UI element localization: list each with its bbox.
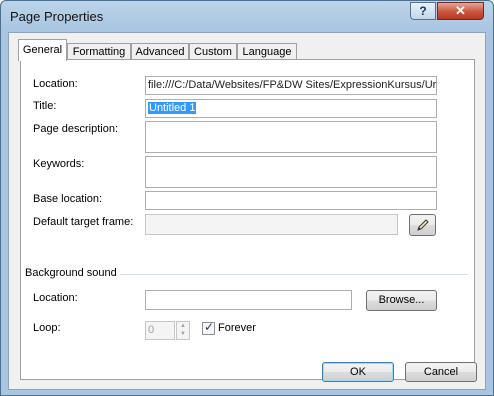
edit-target-frame-button[interactable]: [409, 214, 436, 236]
ok-button[interactable]: OK: [322, 362, 394, 382]
title-bar[interactable]: Page Properties ? ✕: [1, 1, 494, 32]
background-sound-group-label: Background sound: [25, 267, 120, 279]
dialog-title: Page Properties: [10, 9, 104, 24]
page-description-input[interactable]: [145, 121, 437, 153]
loop-label: Loop:: [33, 322, 61, 334]
base-location-label: Base location:: [33, 193, 103, 205]
help-button[interactable]: ?: [410, 2, 436, 20]
location-label: Location:: [33, 78, 78, 90]
forever-checkbox[interactable]: ✓: [202, 320, 215, 335]
tab-general[interactable]: General: [18, 39, 67, 61]
pencil-icon: [417, 219, 429, 231]
base-location-input[interactable]: [145, 191, 437, 210]
dialog-body: General Formatting Advanced Custom Langu…: [8, 32, 486, 390]
sound-location-input[interactable]: [145, 290, 352, 310]
default-target-frame-label: Default target frame:: [33, 216, 134, 228]
spin-up-icon: ▲: [180, 323, 186, 329]
browse-button[interactable]: Browse...: [366, 290, 437, 311]
loop-spinner: ▲ ▼: [176, 321, 190, 340]
default-target-frame-input: [145, 214, 398, 235]
checkmark-icon: ✓: [204, 320, 215, 334]
close-icon: ✕: [455, 3, 466, 18]
close-button[interactable]: ✕: [437, 2, 484, 20]
page-description-label: Page description:: [33, 123, 118, 135]
keywords-input[interactable]: [145, 156, 437, 188]
page-properties-dialog: Page Properties ? ✕ General Formatting A…: [0, 0, 494, 396]
location-value: file:///C:/Data/Websites/FP&DW Sites/Exp…: [145, 76, 437, 95]
loop-input: 0: [145, 321, 175, 340]
title-input[interactable]: Untitled 1: [145, 99, 437, 118]
keywords-label: Keywords:: [33, 158, 85, 170]
title-label: Title:: [33, 100, 57, 112]
title-input-selected-text: Untitled 1: [148, 102, 197, 114]
general-tab-panel: Location: file:///C:/Data/Websites/FP&DW…: [20, 59, 475, 380]
cancel-button[interactable]: Cancel: [405, 362, 477, 382]
forever-label: Forever: [218, 322, 256, 334]
sound-location-label: Location:: [33, 292, 78, 304]
spin-down-icon: ▼: [180, 331, 186, 337]
